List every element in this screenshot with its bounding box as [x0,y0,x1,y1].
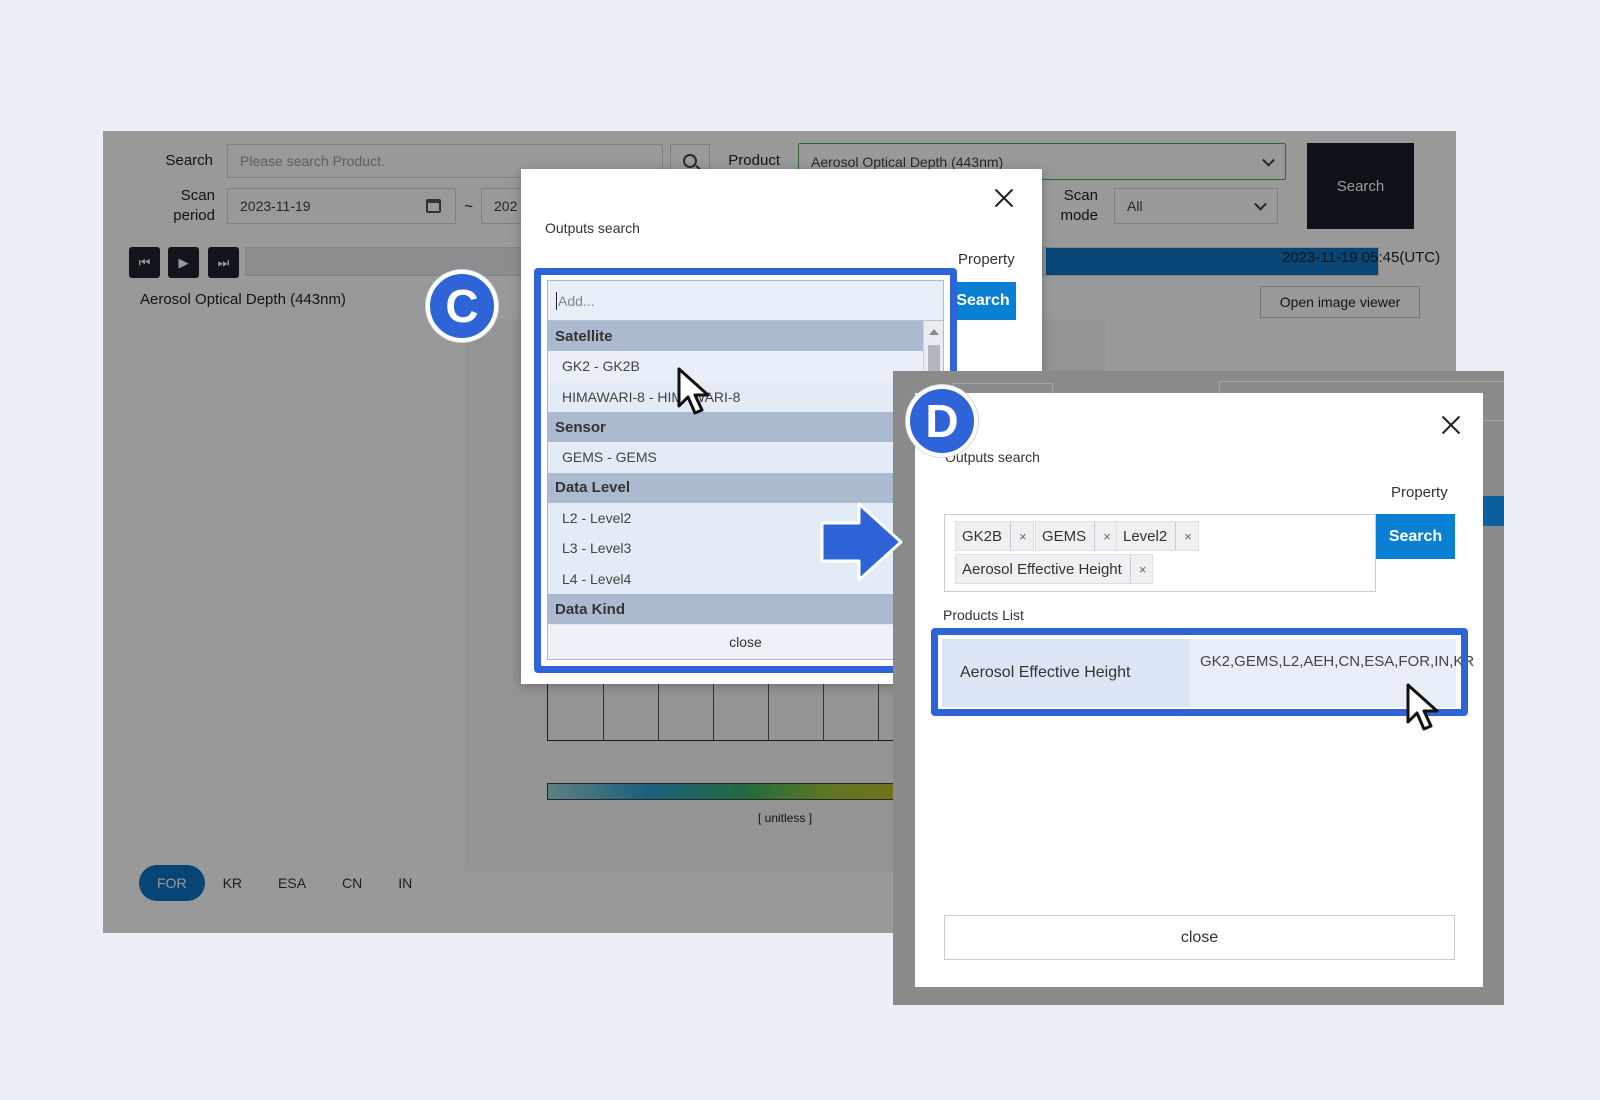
mouse-cursor-icon [677,367,710,415]
highlight-box-d [931,628,1468,716]
dialog-title: Outputs search [545,220,640,236]
mouse-cursor-icon [1406,683,1439,731]
arrow-right-icon [820,502,903,582]
products-list-label: Products List [943,607,1024,623]
close-icon[interactable] [993,187,1015,209]
remove-tag-icon[interactable]: × [1129,555,1146,583]
property-label: Property [1391,484,1448,501]
close-icon[interactable] [1440,414,1462,436]
remove-tag-icon[interactable]: × [1175,522,1192,550]
property-tag-input[interactable]: GK2B × GEMS × Level2 × Aerosol Effective He… [944,514,1376,592]
remove-tag-icon[interactable]: × [1094,522,1111,550]
property-search-button[interactable]: Search [1376,514,1455,559]
tag-gems: GEMS × [1035,521,1118,551]
dialog-close-button[interactable]: close [944,915,1455,960]
step-badge-d: D [906,385,978,457]
tag-gk2b: GK2B × [955,521,1034,551]
step-badge-c: C [426,270,498,342]
property-search-button[interactable]: Search [950,282,1016,320]
tag-aerosol-effective-height: Aerosol Effective Height × [955,554,1154,584]
property-label: Property [958,251,1015,268]
remove-tag-icon[interactable]: × [1010,522,1027,550]
tag-level2: Level2 × [1116,521,1199,551]
